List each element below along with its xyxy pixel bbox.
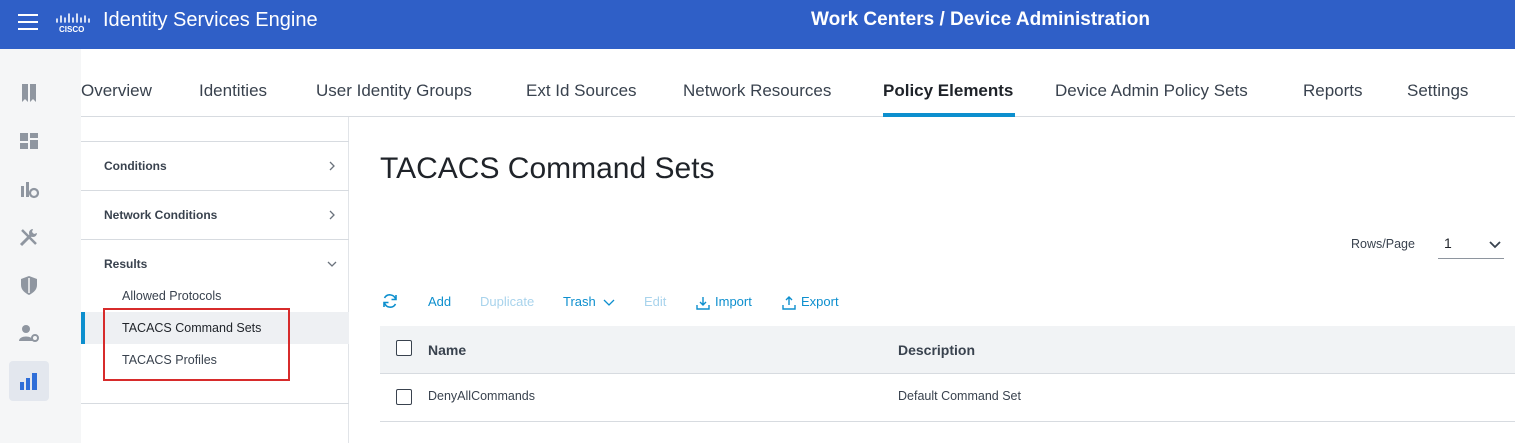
selected-item-indicator: [81, 312, 85, 344]
left-nav-rail: [0, 49, 81, 443]
tab-identities[interactable]: Identities: [199, 81, 267, 101]
edit-button[interactable]: Edit: [644, 294, 666, 309]
table-row[interactable]: DenyAllCommands Default Command Set: [380, 375, 1515, 422]
tab-settings[interactable]: Settings: [1407, 81, 1468, 101]
primary-tabs: Overview Identities User Identity Groups…: [81, 68, 1515, 117]
chevron-down-icon: [1489, 241, 1501, 249]
divider: [81, 190, 349, 191]
row-description-cell: Default Command Set: [898, 389, 1021, 403]
side-navigation: Conditions Network Conditions Results Al…: [81, 117, 349, 443]
export-button[interactable]: Export: [781, 294, 839, 311]
divider: [81, 141, 349, 142]
column-header-description[interactable]: Description: [898, 342, 975, 358]
tab-reports[interactable]: Reports: [1303, 81, 1363, 101]
column-header-name[interactable]: Name: [428, 342, 466, 358]
chevron-right-icon[interactable]: [327, 161, 337, 171]
rows-per-page-select[interactable]: 1: [1438, 229, 1504, 259]
administration-icon[interactable]: [9, 313, 49, 353]
cisco-logo: CISCO: [56, 13, 90, 34]
side-section-results[interactable]: Results: [104, 257, 147, 271]
side-section-network-conditions[interactable]: Network Conditions: [104, 208, 217, 222]
duplicate-button[interactable]: Duplicate: [480, 294, 534, 309]
tab-policy-elements[interactable]: Policy Elements: [883, 81, 1013, 101]
table-header: Name Description: [380, 326, 1515, 374]
bookmark-icon[interactable]: [9, 73, 49, 113]
divider: [81, 403, 349, 404]
side-item-tacacs-profiles[interactable]: TACACS Profiles: [122, 353, 217, 367]
side-section-conditions[interactable]: Conditions: [104, 159, 167, 173]
context-visibility-icon[interactable]: [9, 169, 49, 209]
chevron-down-icon: [603, 299, 615, 306]
row-checkbox[interactable]: [396, 389, 412, 405]
trash-label: Trash: [563, 294, 596, 309]
rows-per-page-value: 1: [1444, 235, 1452, 251]
import-icon: [696, 296, 710, 310]
chevron-right-icon[interactable]: [327, 210, 337, 220]
divider: [81, 239, 349, 240]
work-centers-icon[interactable]: [9, 361, 49, 401]
page-heading: Work Centers / Device Administration: [811, 9, 1150, 30]
policy-icon[interactable]: [9, 265, 49, 305]
row-name-cell[interactable]: DenyAllCommands: [428, 389, 535, 403]
app-title: Identity Services Engine: [103, 9, 318, 31]
add-button[interactable]: Add: [428, 294, 451, 309]
rows-per-page-label: Rows/Page: [1351, 237, 1415, 251]
active-tab-indicator: [883, 113, 1015, 117]
trash-button[interactable]: Trash: [563, 294, 615, 309]
page-title: TACACS Command Sets: [380, 152, 715, 185]
top-header: CISCO Identity Services Engine Work Cent…: [0, 0, 1515, 49]
export-label: Export: [801, 294, 839, 309]
menu-icon[interactable]: [18, 14, 38, 30]
import-button[interactable]: Import: [695, 294, 752, 311]
operations-icon[interactable]: [9, 217, 49, 257]
side-item-allowed-protocols[interactable]: Allowed Protocols: [122, 289, 221, 303]
side-item-tacacs-command-sets[interactable]: TACACS Command Sets: [122, 321, 261, 335]
dashboard-icon[interactable]: [9, 121, 49, 161]
import-label: Import: [715, 294, 752, 309]
tab-ext-id-sources[interactable]: Ext Id Sources: [526, 81, 637, 101]
chevron-down-icon[interactable]: [327, 259, 337, 269]
tab-overview[interactable]: Overview: [81, 81, 152, 101]
tab-user-identity-groups[interactable]: User Identity Groups: [316, 81, 472, 101]
refresh-icon[interactable]: [381, 292, 399, 310]
svg-text:CISCO: CISCO: [59, 25, 84, 34]
tab-network-resources[interactable]: Network Resources: [683, 81, 831, 101]
export-icon: [782, 295, 796, 310]
select-all-checkbox[interactable]: [396, 340, 412, 356]
tab-device-admin-policy-sets[interactable]: Device Admin Policy Sets: [1055, 81, 1248, 101]
